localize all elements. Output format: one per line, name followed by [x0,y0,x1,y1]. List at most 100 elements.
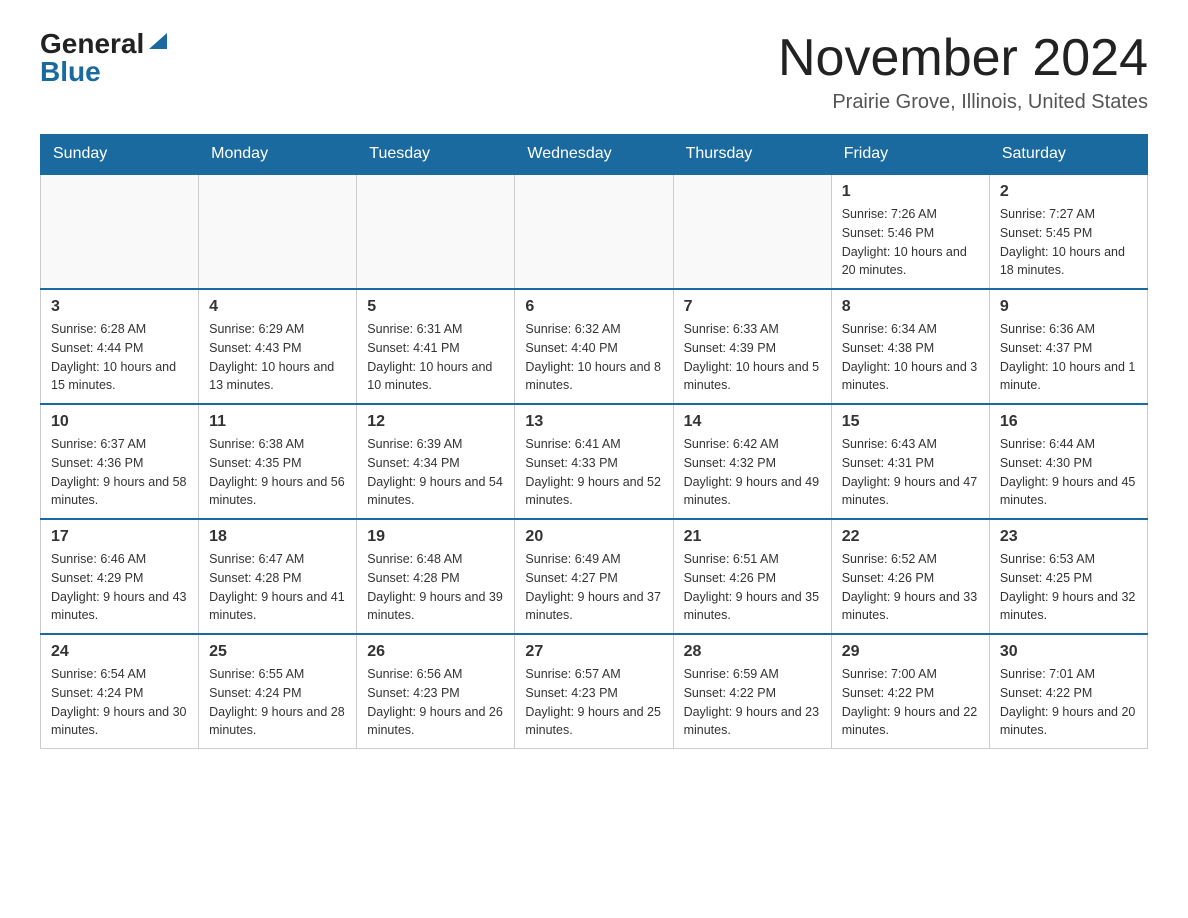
day-info: Sunrise: 6:34 AM Sunset: 4:38 PM Dayligh… [842,320,979,395]
day-number: 11 [209,413,346,431]
calendar-week-row: 10 Sunrise: 6:37 AM Sunset: 4:36 PM Dayli… [41,404,1148,519]
day-info: Sunrise: 6:56 AM Sunset: 4:23 PM Dayligh… [367,665,504,740]
day-info: Sunrise: 6:44 AM Sunset: 4:30 PM Dayligh… [1000,435,1137,510]
day-info: Sunrise: 6:53 AM Sunset: 4:25 PM Dayligh… [1000,550,1137,625]
calendar-cell: 15 Sunrise: 6:43 AM Sunset: 4:31 PM Dayli… [831,404,989,519]
day-info: Sunrise: 6:59 AM Sunset: 4:22 PM Dayligh… [684,665,821,740]
day-info: Sunrise: 7:27 AM Sunset: 5:45 PM Dayligh… [1000,205,1137,280]
day-info: Sunrise: 6:42 AM Sunset: 4:32 PM Dayligh… [684,435,821,510]
logo-general-text: General [40,30,144,58]
day-info: Sunrise: 6:31 AM Sunset: 4:41 PM Dayligh… [367,320,504,395]
calendar-cell: 29 Sunrise: 7:00 AM Sunset: 4:22 PM Dayli… [831,634,989,749]
calendar-cell: 9 Sunrise: 6:36 AM Sunset: 4:37 PM Daylig… [989,289,1147,404]
page-header: General Blue November 2024 Prairie Grove… [40,30,1148,114]
day-number: 4 [209,298,346,316]
day-number: 17 [51,528,188,546]
day-info: Sunrise: 6:57 AM Sunset: 4:23 PM Dayligh… [525,665,662,740]
calendar-table: SundayMondayTuesdayWednesdayThursdayFrid… [40,134,1148,749]
day-number: 12 [367,413,504,431]
day-info: Sunrise: 7:01 AM Sunset: 4:22 PM Dayligh… [1000,665,1137,740]
calendar-cell [357,174,515,289]
day-info: Sunrise: 6:36 AM Sunset: 4:37 PM Dayligh… [1000,320,1137,395]
calendar-cell: 20 Sunrise: 6:49 AM Sunset: 4:27 PM Dayli… [515,519,673,634]
calendar-cell: 13Sunrise: 6:41 AM Sunset: 4:33 PM Dayli… [515,404,673,519]
day-number: 26 [367,643,504,661]
logo: General Blue [40,30,169,86]
day-number: 22 [842,528,979,546]
calendar-cell: 10 Sunrise: 6:37 AM Sunset: 4:36 PM Dayli… [41,404,199,519]
day-info: Sunrise: 6:48 AM Sunset: 4:28 PM Dayligh… [367,550,504,625]
day-number: 18 [209,528,346,546]
day-info: Sunrise: 6:51 AM Sunset: 4:26 PM Dayligh… [684,550,821,625]
calendar-cell: 30Sunrise: 7:01 AM Sunset: 4:22 PM Dayli… [989,634,1147,749]
calendar-cell: 28 Sunrise: 6:59 AM Sunset: 4:22 PM Dayli… [673,634,831,749]
calendar-header-tuesday: Tuesday [357,135,515,175]
calendar-cell: 23 Sunrise: 6:53 AM Sunset: 4:25 PM Dayli… [989,519,1147,634]
calendar-cell: 25Sunrise: 6:55 AM Sunset: 4:24 PM Dayli… [199,634,357,749]
subtitle: Prairie Grove, Illinois, United States [778,91,1148,114]
title-block: November 2024 Prairie Grove, Illinois, U… [778,30,1148,114]
day-number: 28 [684,643,821,661]
day-info: Sunrise: 6:49 AM Sunset: 4:27 PM Dayligh… [525,550,662,625]
day-number: 21 [684,528,821,546]
calendar-cell: 19 Sunrise: 6:48 AM Sunset: 4:28 PM Dayli… [357,519,515,634]
day-number: 19 [367,528,504,546]
calendar-week-row: 24 Sunrise: 6:54 AM Sunset: 4:24 PM Dayli… [41,634,1148,749]
calendar-cell: 14 Sunrise: 6:42 AM Sunset: 4:32 PM Dayli… [673,404,831,519]
logo-blue-text: Blue [40,58,101,86]
calendar-cell: 12 Sunrise: 6:39 AM Sunset: 4:34 PM Dayli… [357,404,515,519]
calendar-header-wednesday: Wednesday [515,135,673,175]
calendar-cell: 6 Sunrise: 6:32 AM Sunset: 4:40 PM Daylig… [515,289,673,404]
calendar-header-row: SundayMondayTuesdayWednesdayThursdayFrid… [41,135,1148,175]
calendar-cell: 4 Sunrise: 6:29 AM Sunset: 4:43 PM Daylig… [199,289,357,404]
calendar-cell [515,174,673,289]
day-info: Sunrise: 6:41 AM Sunset: 4:33 PM Dayligh… [525,435,662,510]
day-info: Sunrise: 6:54 AM Sunset: 4:24 PM Dayligh… [51,665,188,740]
calendar-cell: 7Sunrise: 6:33 AM Sunset: 4:39 PM Daylig… [673,289,831,404]
day-number: 10 [51,413,188,431]
day-number: 24 [51,643,188,661]
day-number: 1 [842,183,979,201]
calendar-header-monday: Monday [199,135,357,175]
day-info: Sunrise: 6:37 AM Sunset: 4:36 PM Dayligh… [51,435,188,510]
calendar-header-sunday: Sunday [41,135,199,175]
day-info: Sunrise: 7:00 AM Sunset: 4:22 PM Dayligh… [842,665,979,740]
day-number: 23 [1000,528,1137,546]
calendar-cell: 21 Sunrise: 6:51 AM Sunset: 4:26 PM Dayli… [673,519,831,634]
day-number: 9 [1000,298,1137,316]
day-number: 20 [525,528,662,546]
day-number: 5 [367,298,504,316]
calendar-cell: 1 Sunrise: 7:26 AM Sunset: 5:46 PM Daylig… [831,174,989,289]
calendar-cell: 24 Sunrise: 6:54 AM Sunset: 4:24 PM Dayli… [41,634,199,749]
day-info: Sunrise: 6:43 AM Sunset: 4:31 PM Dayligh… [842,435,979,510]
calendar-week-row: 3Sunrise: 6:28 AM Sunset: 4:44 PM Daylig… [41,289,1148,404]
day-number: 15 [842,413,979,431]
calendar-cell: 22Sunrise: 6:52 AM Sunset: 4:26 PM Dayli… [831,519,989,634]
calendar-cell [673,174,831,289]
calendar-cell: 27 Sunrise: 6:57 AM Sunset: 4:23 PM Dayli… [515,634,673,749]
calendar-cell: 26 Sunrise: 6:56 AM Sunset: 4:23 PM Dayli… [357,634,515,749]
calendar-cell: 18Sunrise: 6:47 AM Sunset: 4:28 PM Dayli… [199,519,357,634]
day-info: Sunrise: 7:26 AM Sunset: 5:46 PM Dayligh… [842,205,979,280]
day-info: Sunrise: 6:55 AM Sunset: 4:24 PM Dayligh… [209,665,346,740]
calendar-header-thursday: Thursday [673,135,831,175]
day-number: 6 [525,298,662,316]
calendar-cell: 8Sunrise: 6:34 AM Sunset: 4:38 PM Daylig… [831,289,989,404]
day-info: Sunrise: 6:32 AM Sunset: 4:40 PM Dayligh… [525,320,662,395]
day-info: Sunrise: 6:29 AM Sunset: 4:43 PM Dayligh… [209,320,346,395]
day-number: 27 [525,643,662,661]
logo-arrow-icon [147,29,169,51]
calendar-week-row: 17 Sunrise: 6:46 AM Sunset: 4:29 PM Dayli… [41,519,1148,634]
day-number: 29 [842,643,979,661]
calendar-cell: 3Sunrise: 6:28 AM Sunset: 4:44 PM Daylig… [41,289,199,404]
day-number: 7 [684,298,821,316]
calendar-cell: 5 Sunrise: 6:31 AM Sunset: 4:41 PM Daylig… [357,289,515,404]
day-info: Sunrise: 6:39 AM Sunset: 4:34 PM Dayligh… [367,435,504,510]
day-number: 14 [684,413,821,431]
day-number: 3 [51,298,188,316]
day-info: Sunrise: 6:38 AM Sunset: 4:35 PM Dayligh… [209,435,346,510]
calendar-cell: 17 Sunrise: 6:46 AM Sunset: 4:29 PM Dayli… [41,519,199,634]
day-number: 16 [1000,413,1137,431]
calendar-cell: 11 Sunrise: 6:38 AM Sunset: 4:35 PM Dayli… [199,404,357,519]
day-info: Sunrise: 6:46 AM Sunset: 4:29 PM Dayligh… [51,550,188,625]
